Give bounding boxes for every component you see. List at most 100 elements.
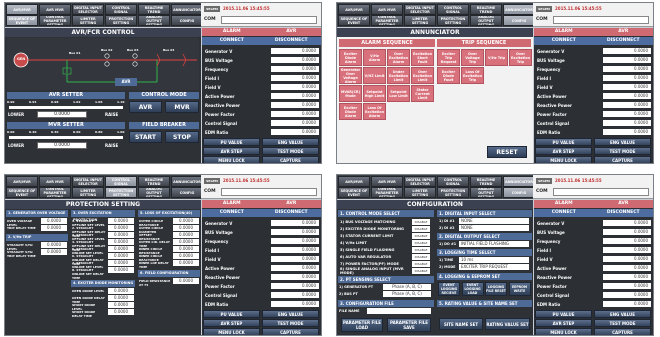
nav-button[interactable]: ANALOG OUTPUT SETTING xyxy=(470,15,502,26)
com-port-field[interactable] xyxy=(553,16,649,24)
nav-button[interactable]: CONFIG xyxy=(171,15,203,26)
side-action-button[interactable]: CAPTURE xyxy=(262,156,319,163)
setting-value[interactable]: 0.0000 xyxy=(108,295,134,301)
di-value[interactable]: NONE xyxy=(459,225,529,231)
nav-button[interactable]: ANNUNCIATOR xyxy=(171,176,203,187)
side-action-button[interactable]: PU VALUE xyxy=(203,138,260,146)
side-action-button[interactable]: TEST MODE xyxy=(262,319,319,327)
alarm-tab[interactable]: ALARM xyxy=(534,28,594,36)
side-action-button[interactable]: TEST MODE xyxy=(262,147,319,155)
nav-button[interactable]: AVR/MVR xyxy=(6,176,38,187)
nav-button[interactable]: CONFIG xyxy=(503,15,535,26)
setting-value[interactable]: 0.0000 xyxy=(41,242,67,248)
nav-button[interactable]: LIMITER SETTING xyxy=(72,15,104,26)
connect-button[interactable]: CONNECT xyxy=(202,37,262,45)
alarm-tab[interactable]: ALARM xyxy=(534,200,594,208)
connect-button[interactable]: CONNECT xyxy=(534,37,594,45)
side-action-button[interactable]: PU VALUE xyxy=(535,138,592,146)
nav-button[interactable]: AVR MVR xyxy=(39,4,71,15)
nav-button[interactable]: CONTROL SIGNAL xyxy=(437,176,469,187)
site-name-set-button[interactable]: SITE NAME SET xyxy=(439,318,483,330)
setting-value[interactable]: 0.0000 xyxy=(108,253,134,259)
nav-button[interactable]: REALTIME TREND xyxy=(470,176,502,187)
setting-value[interactable]: 0.0000 xyxy=(41,218,67,224)
nav-button[interactable]: CONTROL SIGNAL xyxy=(105,4,137,15)
parameter-save-button[interactable]: PARAMETER FILE SAVE xyxy=(387,318,431,332)
nav-button[interactable]: AVR/MVR xyxy=(6,4,38,15)
setting-value[interactable]: 0.0000 xyxy=(173,225,199,231)
side-action-button[interactable]: AVR STEP xyxy=(535,147,592,155)
setting-value[interactable]: 0.0000 xyxy=(173,260,199,266)
nav-button[interactable]: SEQUENCE OF EVENT xyxy=(6,15,38,26)
side-action-button[interactable]: PU VALUE xyxy=(535,310,592,318)
setting-value[interactable]: 0.0000 xyxy=(108,302,134,308)
side-action-button[interactable]: CAPTURE xyxy=(262,328,319,335)
nav-button[interactable]: PROTECTION SETTING xyxy=(105,15,137,26)
lt-value[interactable]: 10 ms xyxy=(459,257,529,263)
nav-button[interactable]: AVR MVR xyxy=(371,4,403,15)
lower-button[interactable]: LOWER xyxy=(8,143,24,148)
logging-button[interactable]: EVENT LOGGING RECIEVE xyxy=(438,282,460,296)
side-action-button[interactable]: ENG VALUE xyxy=(594,138,651,146)
file-name-field[interactable] xyxy=(367,308,431,314)
setting-value[interactable]: 0.0000 xyxy=(41,249,67,255)
alarm-tab[interactable]: ALARM xyxy=(202,28,262,36)
nav-button[interactable]: PROTECTION SETTING xyxy=(105,187,137,198)
nav-button[interactable]: DIGITAL INPUT SELECTOR xyxy=(404,176,436,187)
nav-button[interactable]: ANALOG OUTPUT SETTING xyxy=(470,187,502,198)
disconnect-button[interactable]: DISCONNECT xyxy=(593,37,653,45)
setting-value[interactable]: 0.0000 xyxy=(108,309,134,315)
di-value[interactable]: NONE xyxy=(459,218,529,224)
nav-button[interactable]: ANNUNCIATOR xyxy=(171,4,203,15)
config-state[interactable]: DISABLE xyxy=(412,268,430,274)
setting-value[interactable]: 0.0000 xyxy=(173,239,199,245)
nav-button[interactable]: CONFIG xyxy=(503,187,535,198)
com-port-field[interactable] xyxy=(221,16,317,24)
nav-button[interactable]: LIMITER SETTING xyxy=(72,187,104,198)
nav-button[interactable]: ANALOG OUTPUT SETTING xyxy=(138,15,170,26)
nav-button[interactable]: AVR MVR xyxy=(371,176,403,187)
setting-value[interactable]: 0.0000 xyxy=(173,278,199,284)
com-port-field[interactable] xyxy=(221,188,317,196)
side-action-button[interactable]: MENU LOCK xyxy=(535,328,592,335)
setting-value[interactable]: 0.0000 xyxy=(108,288,134,294)
side-action-button[interactable]: ENG VALUE xyxy=(262,138,319,146)
side-action-button[interactable]: TEST MODE xyxy=(594,147,651,155)
avr-mode-button[interactable]: AVR xyxy=(129,101,162,113)
nav-button[interactable]: LIMITER SETTING xyxy=(404,187,436,198)
nav-button[interactable]: CONTROL PARAMETER SETTING xyxy=(39,187,71,198)
raise-button[interactable]: RAISE xyxy=(105,112,118,117)
nav-button[interactable]: SEQUENCE OF EVENT xyxy=(6,187,38,198)
side-action-button[interactable]: TEST MODE xyxy=(594,319,651,327)
nav-button[interactable]: CONTROL PARAMETER SETTING xyxy=(371,15,403,26)
side-action-button[interactable]: AVR STEP xyxy=(535,319,592,327)
nav-button[interactable]: REALTIME TREND xyxy=(138,176,170,187)
nav-button[interactable]: PROTECTION SETTING xyxy=(437,15,469,26)
connect-button[interactable]: CONNECT xyxy=(534,209,594,217)
nav-button[interactable]: CONTROL PARAMETER SETTING xyxy=(371,187,403,198)
nav-button[interactable]: ANNUNCIATOR xyxy=(503,176,535,187)
mvr-mode-button[interactable]: MVR xyxy=(165,101,199,113)
setting-value[interactable]: 0.0000 xyxy=(108,225,134,231)
setting-value[interactable]: 0.0000 xyxy=(108,239,134,245)
mvr-slider[interactable] xyxy=(9,136,123,139)
nav-button[interactable]: REALTIME TREND xyxy=(470,4,502,15)
side-action-button[interactable]: AVR STEP xyxy=(203,147,260,155)
disconnect-button[interactable]: DISCONNECT xyxy=(261,209,321,217)
nav-button[interactable]: LIMITER SETTING xyxy=(404,15,436,26)
nav-button[interactable]: DIGITAL INPUT SELECTOR xyxy=(404,4,436,15)
nav-button[interactable]: SEQUENCE OF EVENT xyxy=(338,15,370,26)
setting-value[interactable]: 0.0000 xyxy=(41,225,67,231)
side-action-button[interactable]: MENU LOCK xyxy=(535,156,592,163)
logging-button[interactable]: EEPROM WRITE xyxy=(508,282,531,296)
disconnect-button[interactable]: DISCONNECT xyxy=(593,209,653,217)
nav-button[interactable]: REALTIME TREND xyxy=(138,4,170,15)
side-action-button[interactable]: PU VALUE xyxy=(203,310,260,318)
setting-value[interactable]: 0.0000 xyxy=(108,232,134,238)
nav-button[interactable]: ANALOG OUTPUT SETTING xyxy=(138,187,170,198)
setting-value[interactable]: 0.0000 xyxy=(173,246,199,252)
side-action-button[interactable]: CAPTURE xyxy=(594,328,651,335)
connect-button[interactable]: CONNECT xyxy=(202,209,262,217)
nav-button[interactable]: CONTROL SIGNAL xyxy=(437,4,469,15)
setting-value[interactable]: 0.0000 xyxy=(173,218,199,224)
